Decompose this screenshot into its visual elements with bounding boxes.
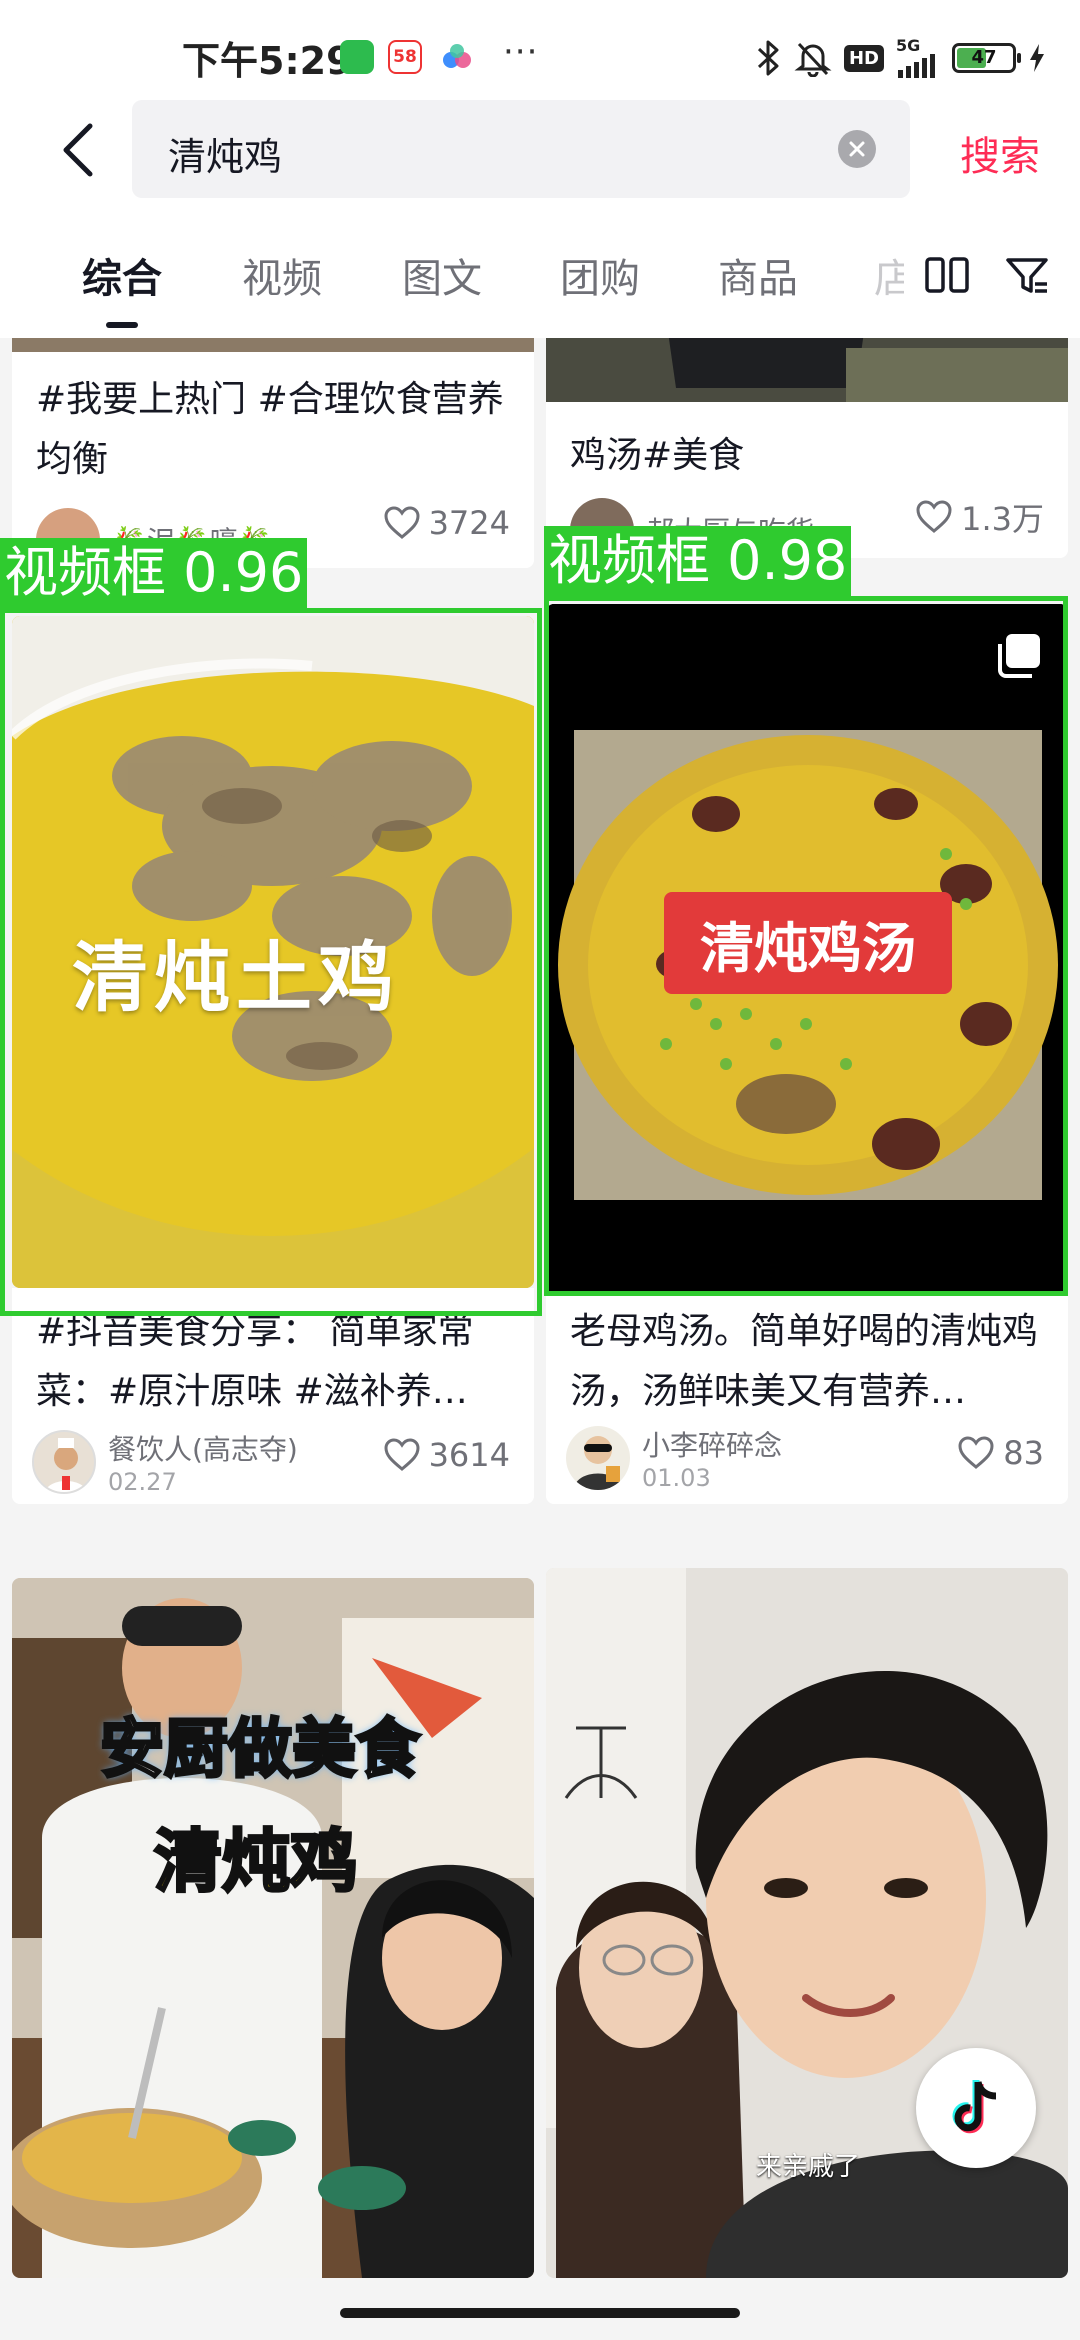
- app-58-label: 58: [393, 47, 417, 67]
- app-58-icon: 58: [388, 40, 422, 74]
- avatar: [566, 1426, 630, 1490]
- tab-video[interactable]: 视频: [242, 246, 322, 304]
- search-header: 清炖鸡 搜索: [0, 100, 1080, 220]
- tab-comprehensive[interactable]: 综合: [82, 246, 162, 304]
- author-meta: 餐饮人(高志夺) 02.27: [108, 1428, 298, 1496]
- video-thumbnail: [12, 338, 534, 352]
- result-tabs: 综合 视频 图文 团购 商品 店: [0, 220, 1080, 338]
- card-title: 鸡汤#美食: [570, 435, 745, 476]
- battery-icon: 47: [952, 43, 1021, 73]
- clear-search-button[interactable]: [838, 130, 876, 168]
- chevron-left-icon: [63, 123, 93, 177]
- video-thumbnail: [546, 338, 1068, 402]
- avatar: [32, 1430, 96, 1494]
- card-author[interactable]: 小李碎碎念 01.03: [566, 1424, 782, 1492]
- like-count[interactable]: 1.3万: [915, 494, 1044, 540]
- wechat-app-icon: [340, 40, 374, 74]
- bluetooth-icon: [757, 40, 779, 76]
- like-count-value: 3724: [428, 504, 510, 542]
- thumbnail-overlay-text-secondary: 清炖鸡: [152, 1822, 359, 1904]
- tab-stores[interactable]: 店: [874, 246, 904, 304]
- result-card[interactable]: 来亲戚了: [546, 1568, 1068, 2278]
- video-thumbnail[interactable]: 来亲戚了: [546, 1568, 1068, 2278]
- home-indicator[interactable]: [340, 2308, 740, 2318]
- thumbnail-overlay-label: 清炖鸡汤: [664, 892, 952, 994]
- result-card[interactable]: 清炖鸡汤: [546, 604, 1068, 1294]
- post-date: 01.03: [642, 1464, 711, 1492]
- filter-icon[interactable]: [1002, 250, 1052, 300]
- like-count-value: 1.3万: [961, 500, 1044, 538]
- author-name: 小李碎碎念: [642, 1429, 783, 1462]
- like-count-value: 83: [1003, 1434, 1044, 1472]
- status-bar: 下午5:29 58 ··· HD 5G 47: [0, 0, 1080, 100]
- gallery-icon: [998, 634, 1040, 678]
- tab-image-text[interactable]: 图文: [402, 246, 482, 304]
- video-thumbnail[interactable]: 清炖土鸡: [12, 616, 534, 1288]
- like-count[interactable]: 3724: [383, 504, 510, 542]
- tab-group-buy[interactable]: 团购: [560, 246, 640, 304]
- post-date: 02.27: [108, 1468, 177, 1496]
- video-caption: 来亲戚了: [756, 2152, 861, 2182]
- card-author[interactable]: 餐饮人(高志夺) 02.27: [32, 1428, 298, 1496]
- heart-icon: [384, 506, 420, 539]
- douyin-logo-icon: [952, 2080, 997, 2134]
- like-count[interactable]: 3614: [383, 1436, 510, 1474]
- video-thumbnail[interactable]: 清炖鸡汤: [546, 604, 1068, 1294]
- double-column-icon[interactable]: [922, 250, 972, 300]
- thumbnail-overlay-text: 清炖鸡汤: [700, 916, 916, 980]
- back-button[interactable]: [48, 120, 108, 180]
- detection-label-right: 视频框 0.98: [544, 526, 852, 596]
- author-meta: 小李碎碎念 01.03: [642, 1424, 782, 1492]
- charging-bolt-icon: [1030, 44, 1044, 72]
- mute-bell-icon: [794, 42, 832, 77]
- network-type: 5G: [896, 36, 921, 55]
- card-title: #抖音美食分享： 简单家常菜：#原汁原味 #滋补养…: [36, 1311, 474, 1412]
- tab-products[interactable]: 商品: [718, 246, 798, 304]
- like-count-value: 3614: [428, 1436, 510, 1474]
- douyin-logo-button[interactable]: [916, 2048, 1036, 2168]
- result-card[interactable]: 鸡汤#美食 郝大厨与吃货 1.3万: [546, 338, 1068, 558]
- heart-icon: [916, 500, 952, 533]
- search-query: 清炖鸡: [168, 135, 283, 179]
- heart-icon: [384, 1438, 420, 1471]
- status-time: 下午5:29: [182, 39, 353, 83]
- more-notifications-icon: ···: [503, 32, 539, 72]
- author-name: 餐饮人(高志夺): [108, 1433, 298, 1466]
- clear-icon: [849, 141, 865, 157]
- thumbnail-overlay-text-primary: 安厨做美食: [99, 1712, 422, 1789]
- video-thumbnail[interactable]: 安厨做美食 清炖鸡: [12, 1578, 534, 2278]
- status-icons: HD 5G 47: [756, 38, 1046, 78]
- screen: 下午5:29 58 ··· HD 5G 47 清炖鸡 搜索 综合 视频 图文 团…: [0, 0, 1080, 2340]
- search-button[interactable]: 搜索: [960, 124, 1040, 182]
- heart-icon: [958, 1436, 994, 1469]
- result-card[interactable]: 安厨做美食 清炖鸡: [12, 1578, 534, 2278]
- search-input[interactable]: 清炖鸡: [132, 100, 910, 198]
- result-card[interactable]: 清炖土鸡: [12, 616, 534, 1288]
- result-card[interactable]: #我要上热门 #合理饮食营养均衡 🎋泥🎋嚎🎋 3724: [12, 338, 534, 568]
- active-tab-indicator: [106, 322, 138, 328]
- like-count[interactable]: 83: [957, 1434, 1044, 1472]
- thumbnail-overlay-text: 清炖土鸡: [72, 933, 400, 1022]
- card-title: #我要上热门 #合理饮食营养均衡: [36, 379, 504, 480]
- battery-level: 47: [971, 47, 997, 68]
- result-card-info[interactable]: 老母鸡汤。简单好喝的清炖鸡汤，汤鲜味美又有营养… 小李碎碎念 01.03 83: [546, 1294, 1068, 1504]
- card-title: 老母鸡汤。简单好喝的清炖鸡汤，汤鲜味美又有营养…: [570, 1311, 1039, 1412]
- baidu-netdisk-icon: [440, 40, 474, 74]
- search-results-feed: #我要上热门 #合理饮食营养均衡 🎋泥🎋嚎🎋 3724 鸡汤#美食 郝大厨与吃货: [0, 338, 1080, 2340]
- cell-signal-icon: 5G: [896, 38, 940, 78]
- detection-label-left: 视频框 0.96: [0, 538, 308, 608]
- result-card-info[interactable]: #抖音美食分享： 简单家常菜：#原汁原味 #滋补养… 餐饮人(高志夺) 02.2…: [12, 1288, 534, 1504]
- hd-badge: HD: [843, 44, 884, 72]
